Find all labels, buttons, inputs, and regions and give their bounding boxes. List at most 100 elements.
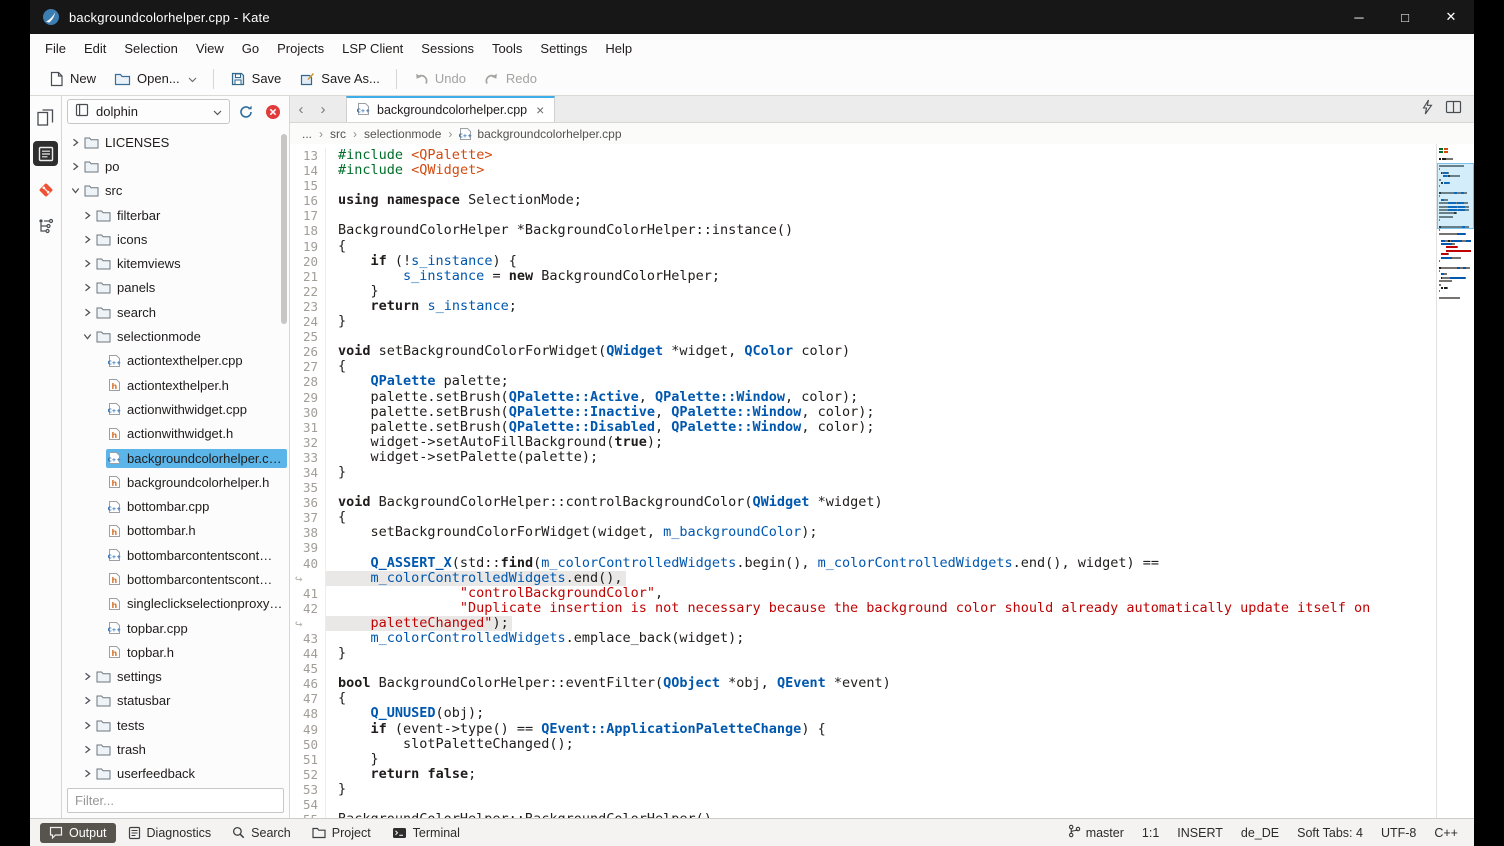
chevron-expanded-icon[interactable] <box>69 186 82 195</box>
tree-item-src[interactable]: src <box>62 179 289 203</box>
tab-backgroundcolorhelper-cpp[interactable]: C++ backgroundcolorhelper.cpp × <box>346 96 555 122</box>
panel-button-search[interactable]: Search <box>223 823 300 843</box>
tree-item-statusbar[interactable]: statusbar <box>62 689 289 713</box>
tree-item-actiontexthelper-cpp[interactable]: C++actiontexthelper.cpp <box>62 349 289 373</box>
tree-item-bottombarcontentscont[interactable]: hbottombarcontentscont… <box>62 567 289 591</box>
menu-help[interactable]: Help <box>596 37 641 60</box>
menu-tools[interactable]: Tools <box>483 37 531 60</box>
menu-selection[interactable]: Selection <box>115 37 186 60</box>
tree-item-userfeedback[interactable]: userfeedback <box>62 762 289 784</box>
menu-go[interactable]: Go <box>233 37 268 60</box>
history-forward-button[interactable]: › <box>312 96 334 122</box>
menu-view[interactable]: View <box>187 37 233 60</box>
tree-scrollbar[interactable] <box>281 134 287 324</box>
minimize-button[interactable]: ─ <box>1336 0 1382 34</box>
tree-item-trash[interactable]: trash <box>62 737 289 761</box>
tab-settings[interactable]: Soft Tabs: 4 <box>1297 826 1363 840</box>
quick-actions-icon[interactable] <box>1421 99 1433 120</box>
breadcrumb-[interactable]: ... <box>302 127 312 141</box>
tree-item-settings[interactable]: settings <box>62 665 289 689</box>
chevron-collapsed-icon[interactable] <box>81 235 94 244</box>
code-area[interactable]: 13#include <QPalette>14#include <QWidget… <box>290 144 1436 818</box>
cursor-position[interactable]: 1:1 <box>1142 826 1159 840</box>
sidebar-projects-icon[interactable] <box>33 141 58 166</box>
code-line-content: { <box>326 239 349 254</box>
tree-item-tests[interactable]: tests <box>62 713 289 737</box>
chevron-collapsed-icon[interactable] <box>81 696 94 705</box>
sidebar-git-icon[interactable] <box>33 177 58 202</box>
encoding[interactable]: UTF-8 <box>1381 826 1416 840</box>
menu-file[interactable]: File <box>36 37 75 60</box>
git-branch-indicator[interactable]: master <box>1068 824 1124 841</box>
chevron-collapsed-icon[interactable] <box>81 769 94 778</box>
save-button[interactable]: Save <box>221 67 291 91</box>
tree-item-search[interactable]: search <box>62 300 289 324</box>
dictionary[interactable]: de_DE <box>1241 826 1279 840</box>
close-project-button[interactable] <box>262 101 284 123</box>
tree-item-licenses[interactable]: LICENSES <box>62 130 289 154</box>
panel-button-diagnostics[interactable]: Diagnostics <box>119 823 221 843</box>
tree-item-panels[interactable]: panels <box>62 276 289 300</box>
input-mode[interactable]: INSERT <box>1177 826 1223 840</box>
tree-item-topbar-cpp[interactable]: C++topbar.cpp <box>62 616 289 640</box>
chevron-collapsed-icon[interactable] <box>81 308 94 317</box>
project-selector[interactable]: dolphin <box>67 99 230 124</box>
menu-projects[interactable]: Projects <box>268 37 333 60</box>
breadcrumb-src[interactable]: src <box>330 127 346 141</box>
chevron-collapsed-icon[interactable] <box>69 162 82 171</box>
menu-edit[interactable]: Edit <box>75 37 115 60</box>
history-back-button[interactable]: ‹ <box>290 96 312 122</box>
tree-item-backgroundcolorhelper-c[interactable]: C++backgroundcolorhelper.c… <box>62 446 289 470</box>
tree-row-inner: panels <box>94 278 160 297</box>
split-view-icon[interactable] <box>1445 100 1462 119</box>
tab-close-icon[interactable]: × <box>534 102 544 118</box>
tree-item-singleclickselectionproxy[interactable]: hsingleclickselectionproxy… <box>62 592 289 616</box>
tree-item-bottombar-cpp[interactable]: C++bottombar.cpp <box>62 494 289 518</box>
tree-item-backgroundcolorhelper-h[interactable]: hbackgroundcolorhelper.h <box>62 470 289 494</box>
tree-item-actionwithwidget-h[interactable]: hactionwithwidget.h <box>62 422 289 446</box>
syntax-mode[interactable]: C++ <box>1434 826 1458 840</box>
menu-settings[interactable]: Settings <box>531 37 596 60</box>
wrap-marker-icon: ↪ <box>290 571 326 586</box>
menu-lsp-client[interactable]: LSP Client <box>333 37 412 60</box>
tree-item-actiontexthelper-h[interactable]: hactiontexthelper.h <box>62 373 289 397</box>
sidebar-symbols-icon[interactable] <box>33 213 58 238</box>
minimap-viewport[interactable] <box>1437 163 1474 229</box>
line-number: 53 <box>290 782 326 797</box>
breadcrumb-selectionmode[interactable]: selectionmode <box>364 127 441 141</box>
minimap-scrollbar[interactable] <box>1436 144 1474 818</box>
chevron-collapsed-icon[interactable] <box>81 283 94 292</box>
refresh-project-button[interactable] <box>235 101 257 123</box>
tree-item-filterbar[interactable]: filterbar <box>62 203 289 227</box>
new-button[interactable]: New <box>40 67 105 91</box>
tree-item-selectionmode[interactable]: selectionmode <box>62 324 289 348</box>
tree-item-kitemviews[interactable]: kitemviews <box>62 251 289 275</box>
chevron-collapsed-icon[interactable] <box>81 745 94 754</box>
tree-item-actionwithwidget-cpp[interactable]: C++actionwithwidget.cpp <box>62 397 289 421</box>
chevron-down-icon[interactable] <box>188 71 197 86</box>
chevron-expanded-icon[interactable] <box>81 332 94 341</box>
breadcrumb-backgroundcolorhelper-cpp[interactable]: C++backgroundcolorhelper.cpp <box>459 127 621 141</box>
panel-button-output[interactable]: Output <box>40 823 116 843</box>
sidebar-documents-icon[interactable] <box>33 105 58 130</box>
chevron-collapsed-icon[interactable] <box>69 138 82 147</box>
tree-item-bottombar-h[interactable]: hbottombar.h <box>62 519 289 543</box>
chevron-collapsed-icon[interactable] <box>81 672 94 681</box>
close-button[interactable]: ✕ <box>1428 0 1474 34</box>
save-as-button[interactable]: Save As... <box>290 67 389 91</box>
tree-item-bottombarcontentscont[interactable]: C++bottombarcontentscont… <box>62 543 289 567</box>
maximize-button[interactable]: □ <box>1382 0 1428 34</box>
open-button[interactable]: Open... <box>105 67 206 90</box>
panel-button-terminal[interactable]: Terminal <box>383 823 469 843</box>
panel-button-project[interactable]: Project <box>303 823 380 843</box>
tree-item-topbar-h[interactable]: htopbar.h <box>62 640 289 664</box>
chevron-collapsed-icon[interactable] <box>81 211 94 220</box>
menu-sessions[interactable]: Sessions <box>412 37 483 60</box>
undo-button[interactable]: Undo <box>404 67 475 90</box>
chevron-collapsed-icon[interactable] <box>81 721 94 730</box>
tree-item-icons[interactable]: icons <box>62 227 289 251</box>
redo-button[interactable]: Redo <box>475 67 546 90</box>
tree-item-po[interactable]: po <box>62 154 289 178</box>
filter-input[interactable] <box>67 788 284 813</box>
chevron-collapsed-icon[interactable] <box>81 259 94 268</box>
